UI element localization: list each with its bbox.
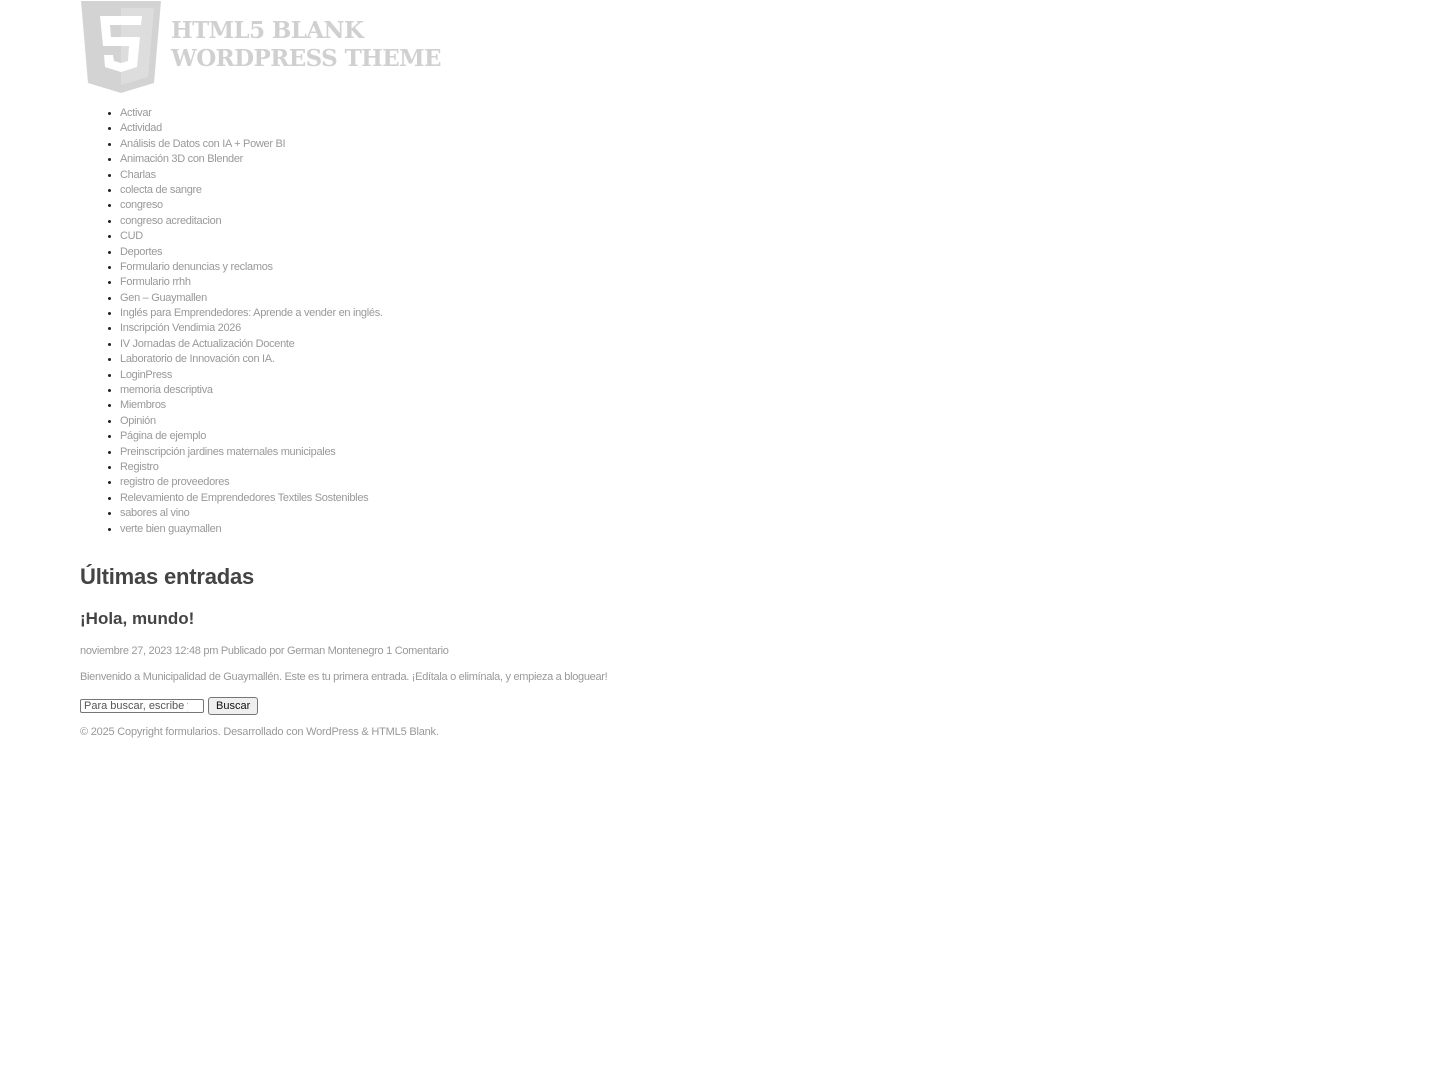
nav-link-memoria-descriptiva[interactable]: memoria descriptiva xyxy=(120,384,213,396)
nav-link-opinion[interactable]: Opinión xyxy=(120,415,156,427)
logo-line-2: WORDPRESS THEME xyxy=(171,45,442,72)
post-meta: noviembre 27, 2023 12:48 pm Publicado po… xyxy=(80,644,1360,658)
nav-item: LoginPress xyxy=(120,368,1360,383)
post-author-prefix: Publicado por xyxy=(220,644,285,657)
footer-amp: & xyxy=(361,725,369,738)
nav-link-analisis-datos[interactable]: Análisis de Datos con IA + Power BI xyxy=(120,138,286,150)
post-comments-link[interactable]: 1 Comentario xyxy=(386,645,449,657)
nav-item: Inglés para Emprendedores: Aprende a ven… xyxy=(120,306,1360,321)
nav-link-charlas[interactable]: Charlas xyxy=(120,169,156,181)
post-article: ¡Hola, mundo! noviembre 27, 2023 12:48 p… xyxy=(80,608,1360,684)
site-header: HTML5 BLANK WORDPRESS THEME xyxy=(80,0,1360,94)
footer-period: . xyxy=(435,725,439,738)
nav-item: Formulario denuncias y reclamos xyxy=(120,260,1360,275)
nav-item: Preinscripción jardines maternales munic… xyxy=(120,445,1360,460)
post-title: ¡Hola, mundo! xyxy=(80,608,1360,630)
nav-link-congreso-acreditacion[interactable]: congreso acreditacion xyxy=(120,215,222,227)
search-button[interactable]: Buscar xyxy=(208,696,259,715)
post-excerpt: Bienvenido a Municipalidad de Guaymallén… xyxy=(80,670,608,683)
nav-item: Charlas xyxy=(120,168,1360,183)
footer-html5blank-link[interactable]: HTML5 Blank xyxy=(371,726,436,738)
nav-link-pagina-ejemplo[interactable]: Página de ejemplo xyxy=(120,430,206,442)
nav-link-registro[interactable]: Registro xyxy=(120,461,159,473)
nav-link-gen-guaymallen[interactable]: Gen – Guaymallen xyxy=(120,292,207,304)
nav-link-sabores-vino[interactable]: sabores al vino xyxy=(120,507,190,519)
site-logo-link[interactable]: HTML5 BLANK WORDPRESS THEME xyxy=(80,0,1360,94)
nav-link-activar[interactable]: Activar xyxy=(120,107,152,119)
nav-link-animacion-3d[interactable]: Animación 3D con Blender xyxy=(120,153,243,165)
nav-link-jornadas-docente[interactable]: IV Jornadas de Actualización Docente xyxy=(120,338,295,350)
post-date: noviembre 27, 2023 12:48 pm xyxy=(80,644,219,657)
nav-link-miembros[interactable]: Miembros xyxy=(120,399,166,411)
nav-link-verte-bien[interactable]: verte bien guaymallen xyxy=(120,523,222,535)
nav-link-registro-proveedores[interactable]: registro de proveedores xyxy=(120,476,230,488)
search-input[interactable] xyxy=(80,698,204,713)
nav-item: memoria descriptiva xyxy=(120,383,1360,398)
nav-link-congreso[interactable]: congreso xyxy=(120,199,163,211)
nav-item: Inscripción Vendimia 2026 xyxy=(120,321,1360,336)
footer-copyright: © 2025 Copyright formularios. Desarrolla… xyxy=(80,725,304,738)
nav-item: colecta de sangre xyxy=(120,183,1360,198)
nav-item: Laboratorio de Innovación con IA. xyxy=(120,352,1360,367)
search-form: Buscar xyxy=(80,696,1360,716)
nav-item: Actividad xyxy=(120,121,1360,136)
nav-item: Relevamiento de Emprendedores Textiles S… xyxy=(120,491,1360,506)
nav-link-inscripcion-vendimia[interactable]: Inscripción Vendimia 2026 xyxy=(120,322,241,334)
nav-item: Miembros xyxy=(120,398,1360,413)
nav-item: Página de ejemplo xyxy=(120,429,1360,444)
nav-item: Animación 3D con Blender xyxy=(120,152,1360,167)
nav-link-formulario-rrhh[interactable]: Formulario rrhh xyxy=(120,276,191,288)
nav-item: verte bien guaymallen xyxy=(120,522,1360,537)
nav-item: Activar xyxy=(120,106,1360,121)
main-nav: Activar Actividad Análisis de Datos con … xyxy=(80,106,1360,537)
nav-item: congreso acreditacion xyxy=(120,214,1360,229)
nav-item: Registro xyxy=(120,460,1360,475)
nav-item: IV Jornadas de Actualización Docente xyxy=(120,337,1360,352)
page-wrapper: HTML5 BLANK WORDPRESS THEME Activar Acti… xyxy=(80,0,1360,739)
nav-link-preinscripcion-jardines[interactable]: Preinscripción jardines maternales munic… xyxy=(120,446,336,458)
nav-link-cud[interactable]: CUD xyxy=(120,230,143,242)
logo-line-1: HTML5 BLANK xyxy=(171,17,364,44)
nav-item: sabores al vino xyxy=(120,506,1360,521)
logo-wordmark: HTML5 BLANK WORDPRESS THEME xyxy=(171,17,442,73)
nav-item: Gen – Guaymallen xyxy=(120,291,1360,306)
site-footer: © 2025 Copyright formularios. Desarrolla… xyxy=(80,725,1360,739)
nav-link-laboratorio-ia[interactable]: Laboratorio de Innovación con IA. xyxy=(120,353,275,365)
nav-item: Formulario rrhh xyxy=(120,275,1360,290)
nav-link-deportes[interactable]: Deportes xyxy=(120,246,163,258)
nav-item: congreso xyxy=(120,198,1360,213)
nav-item: Análisis de Datos con IA + Power BI xyxy=(120,137,1360,152)
nav-list: Activar Actividad Análisis de Datos con … xyxy=(80,106,1360,537)
nav-item: CUD xyxy=(120,229,1360,244)
nav-link-colecta-sangre[interactable]: colecta de sangre xyxy=(120,184,202,196)
nav-link-formulario-denuncias[interactable]: Formulario denuncias y reclamos xyxy=(120,261,273,273)
nav-item: Opinión xyxy=(120,414,1360,429)
nav-item: registro de proveedores xyxy=(120,475,1360,490)
nav-link-ingles-emprendedores[interactable]: Inglés para Emprendedores: Aprende a ven… xyxy=(120,307,383,319)
post-title-link[interactable]: ¡Hola, mundo! xyxy=(80,609,194,628)
html5-shield-icon xyxy=(81,1,161,93)
main-content: Últimas entradas ¡Hola, mundo! noviembre… xyxy=(80,560,1360,716)
nav-link-relevamiento-emprendedores[interactable]: Relevamiento de Emprendedores Textiles S… xyxy=(120,492,369,504)
post-author-link[interactable]: German Montenegro xyxy=(287,645,384,657)
nav-item: Deportes xyxy=(120,245,1360,260)
page-title: Últimas entradas xyxy=(80,563,255,589)
footer-wordpress-link[interactable]: WordPress xyxy=(306,726,359,738)
nav-link-loginpress[interactable]: LoginPress xyxy=(120,369,172,381)
nav-link-actividad[interactable]: Actividad xyxy=(120,122,162,134)
